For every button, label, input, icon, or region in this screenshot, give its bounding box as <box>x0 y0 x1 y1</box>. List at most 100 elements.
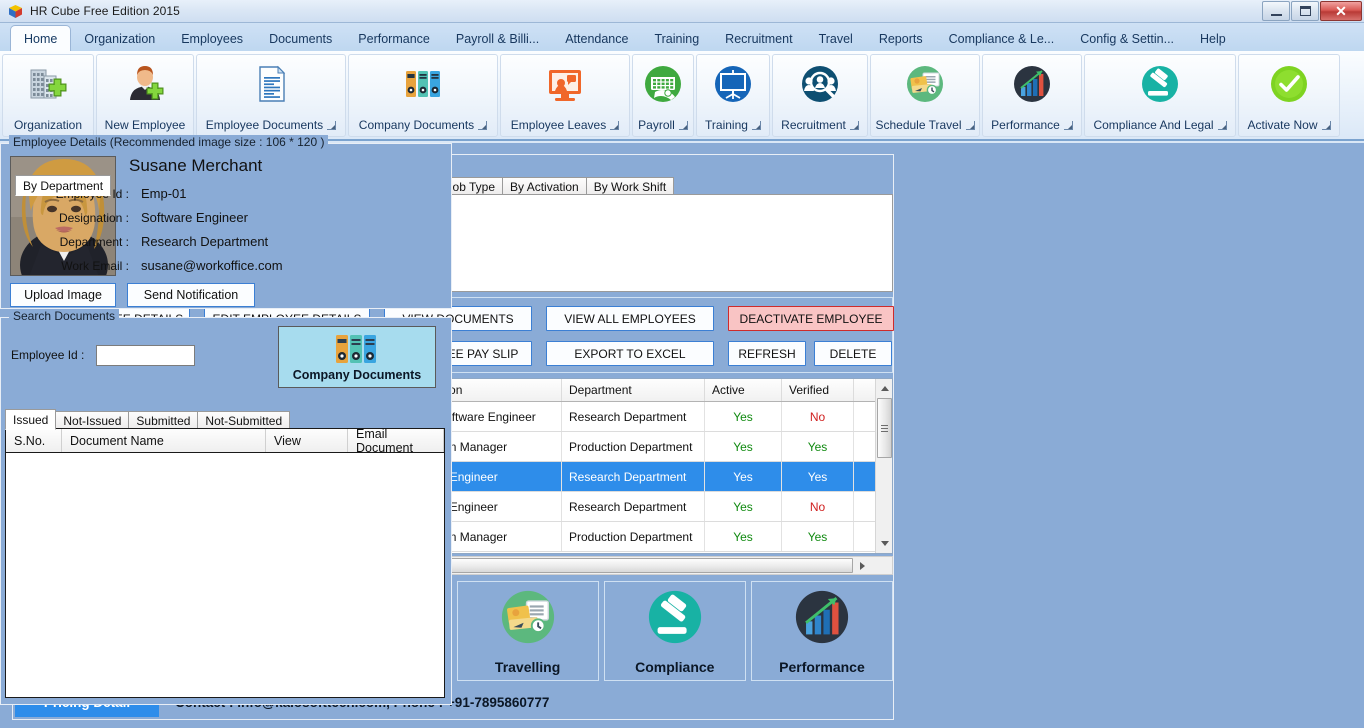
cell-active: Yes <box>705 402 782 431</box>
status-badge: Yes <box>733 529 753 544</box>
ribbon-button-activate-now[interactable]: Activate Now <box>1238 54 1340 137</box>
vertical-scroll-thumb[interactable] <box>877 398 892 458</box>
ribbon-label-text: Schedule Travel <box>875 118 962 132</box>
status-badge: No <box>809 409 826 424</box>
ribbon-button-label: Company Documents <box>359 118 488 134</box>
documents-table-header: S.No. Document Name View Email Document <box>6 427 444 455</box>
ribbon-button-recruitment[interactable]: Recruitment <box>772 54 868 137</box>
cell-verified: No <box>782 492 854 521</box>
doc-column-header-view[interactable]: View <box>266 429 348 452</box>
maximize-restore-button[interactable] <box>1291 1 1319 21</box>
dropdown-launcher-icon[interactable] <box>478 120 488 130</box>
detail-value-1: Software Engineer <box>141 210 248 225</box>
module-tile-label: Performance <box>779 658 865 675</box>
schedule-travel-icon <box>905 62 945 106</box>
column-header-department[interactable]: Department <box>562 379 705 401</box>
cell-active: Yes <box>705 432 782 461</box>
action-view-all-employees[interactable]: VIEW ALL EMPLOYEES <box>546 306 714 331</box>
menu-item-travel[interactable]: Travel <box>806 26 866 51</box>
ribbon-button-training[interactable]: Training <box>696 54 770 137</box>
dropdown-launcher-icon[interactable] <box>1321 120 1331 130</box>
scroll-down-icon[interactable] <box>877 535 892 552</box>
menu-item-performance[interactable]: Performance <box>345 26 443 51</box>
module-tile-performance[interactable]: Performance <box>750 581 894 681</box>
menu-item-documents[interactable]: Documents <box>256 26 345 51</box>
dropdown-launcher-icon[interactable] <box>610 120 620 130</box>
ribbon-button-label: New Employee <box>105 118 186 134</box>
ribbon-button-schedule-travel[interactable]: Schedule Travel <box>870 54 980 137</box>
detail-label-2: Department : <box>59 235 129 249</box>
detail-label-1: Designation : <box>58 211 129 225</box>
payroll-icon <box>643 62 683 106</box>
minimize-button[interactable] <box>1262 1 1290 21</box>
menu-item-payroll-billi[interactable]: Payroll & Billi... <box>443 26 552 51</box>
menu-item-employees[interactable]: Employees <box>168 26 256 51</box>
ribbon-button-payroll[interactable]: Payroll <box>632 54 694 137</box>
cell-active: Yes <box>705 522 782 551</box>
action-export-to-excel[interactable]: EXPORT TO EXCEL <box>546 341 714 366</box>
document-employee-id-input[interactable] <box>96 345 195 366</box>
ribbon-button-label: Recruitment <box>781 118 859 134</box>
grip-icon <box>881 424 888 432</box>
cell-verified: Yes <box>782 432 854 461</box>
menu-item-config-settin[interactable]: Config & Settin... <box>1067 26 1187 51</box>
employee-table-vertical-scrollbar[interactable] <box>875 379 892 553</box>
search-tab-by-department[interactable]: By Department <box>15 175 112 196</box>
menu-item-attendance[interactable]: Attendance <box>552 26 641 51</box>
cell-department: Production Department <box>562 432 705 461</box>
scroll-up-icon[interactable] <box>877 380 892 397</box>
company-documents-label: Company Documents <box>292 368 422 382</box>
dropdown-launcher-icon[interactable] <box>965 120 975 130</box>
ribbon-button-label: Performance <box>991 118 1073 134</box>
scroll-right-icon[interactable] <box>854 561 870 570</box>
ribbon-button-company-documents[interactable]: Company Documents <box>348 54 498 137</box>
module-tile-compliance[interactable]: Compliance <box>603 581 746 681</box>
ribbon-button-label: Compliance And Legal <box>1093 118 1227 134</box>
menu-item-recruitment[interactable]: Recruitment <box>712 26 805 51</box>
action-refresh[interactable]: REFRESH <box>728 341 806 366</box>
ribbon-label-text: Activate Now <box>1247 118 1318 132</box>
dropdown-launcher-icon[interactable] <box>1217 120 1227 130</box>
doc-column-header-s-no[interactable]: S.No. <box>6 429 62 452</box>
close-button[interactable]: ✕ <box>1320 1 1362 21</box>
column-header-active[interactable]: Active <box>705 379 782 401</box>
dropdown-launcher-icon[interactable] <box>849 120 859 130</box>
menu-item-organization[interactable]: Organization <box>71 26 168 51</box>
send-notification-button[interactable]: Send Notification <box>127 283 255 307</box>
cell-active: Yes <box>705 492 782 521</box>
status-badge: Yes <box>733 409 753 424</box>
menu-item-compliance-le[interactable]: Compliance & Le... <box>936 26 1068 51</box>
ribbon-toolbar: Organization New Employee Employee Docum… <box>0 51 1364 141</box>
menu-item-home[interactable]: Home <box>10 25 72 51</box>
column-header-verified[interactable]: Verified <box>782 379 854 401</box>
performance-icon <box>1012 62 1052 106</box>
ribbon-button-performance[interactable]: Performance <box>982 54 1082 137</box>
ribbon-button-new-employee[interactable]: New Employee <box>96 54 194 137</box>
doc-column-header-email-document[interactable]: Email Document <box>348 427 444 455</box>
dropdown-launcher-icon[interactable] <box>751 120 761 130</box>
status-badge: Yes <box>807 469 828 484</box>
dropdown-launcher-icon[interactable] <box>678 120 688 130</box>
ribbon-button-compliance-and-legal[interactable]: Compliance And Legal <box>1084 54 1236 137</box>
ribbon-button-employee-leaves[interactable]: Employee Leaves <box>500 54 630 137</box>
compliance-icon <box>646 588 704 651</box>
menu-item-help[interactable]: Help <box>1187 26 1239 51</box>
dropdown-launcher-icon[interactable] <box>1063 120 1073 130</box>
module-tile-travelling[interactable]: Travelling <box>456 581 599 681</box>
doc-column-header-document-name[interactable]: Document Name <box>62 429 266 452</box>
menu-item-reports[interactable]: Reports <box>866 26 936 51</box>
document-tab-issued[interactable]: Issued <box>5 409 57 430</box>
ribbon-label-text: Payroll <box>638 118 675 132</box>
action-delete[interactable]: DELETE <box>814 341 892 366</box>
dropdown-launcher-icon[interactable] <box>327 120 337 130</box>
ribbon-button-organization[interactable]: Organization <box>2 54 94 137</box>
ribbon-button-employee-documents[interactable]: Employee Documents <box>196 54 346 137</box>
cell-department: Research Department <box>562 492 705 521</box>
upload-image-button[interactable]: Upload Image <box>10 283 116 307</box>
company-documents-shortcut[interactable]: Company Documents <box>278 326 436 388</box>
status-badge: Yes <box>807 529 828 544</box>
action-deactivate-employee[interactable]: DEACTIVATE EMPLOYEE <box>728 306 894 331</box>
employee-documents-icon <box>251 62 291 106</box>
menu-item-training[interactable]: Training <box>641 26 712 51</box>
cell-verified: Yes <box>782 462 854 491</box>
